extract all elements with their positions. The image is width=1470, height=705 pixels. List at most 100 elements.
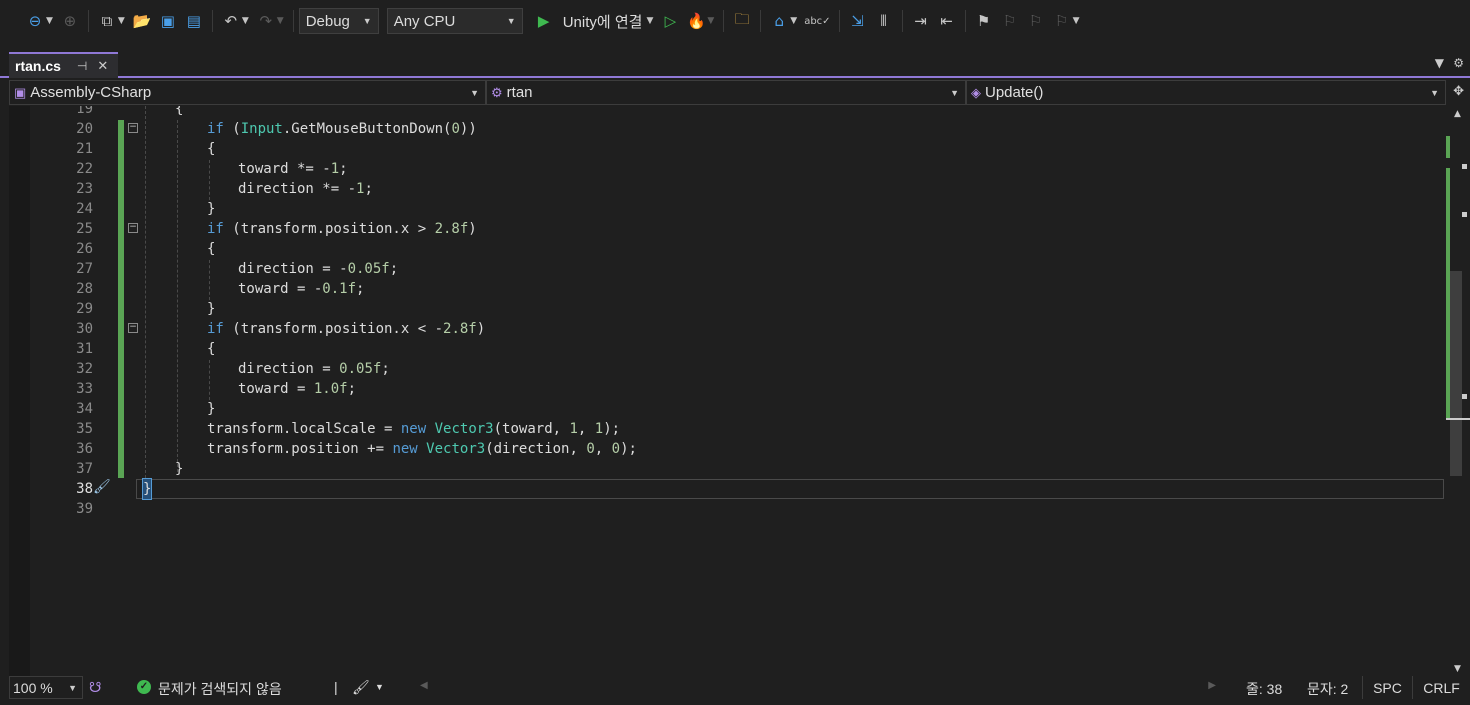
layout-icon[interactable]: ⫴ [874,9,894,33]
back-dropdown-icon[interactable]: ▼ [46,16,53,26]
code-text: transform.position += new Vector3(direct… [207,441,637,457]
scroll-marker [1462,212,1467,217]
back-icon[interactable]: ⊖ [25,9,45,33]
scroll-up-icon[interactable]: ▲ [1454,109,1461,119]
code-text: direction = -0.05f; [238,261,399,277]
line-number: 20 [76,121,93,137]
line-number: 33 [76,381,93,397]
new-project-icon[interactable]: ⧉ [97,9,117,33]
code-line: 22 toward *= -1; [9,159,1446,179]
line-indicator[interactable]: 줄: 38 [1246,679,1282,699]
issues-status[interactable]: 문제가 검색되지 않음 [158,679,282,699]
zoom-select[interactable]: 100 % ▼ [9,676,83,699]
code-line: 29 } [9,299,1446,319]
column-indicator[interactable]: 문자: 2 [1307,679,1348,699]
toolbar-separator [760,10,762,32]
outdent-icon[interactable]: ⇤ [937,9,957,33]
find-icon[interactable]: ⇲ [848,9,868,33]
code-line: 24 } [9,199,1446,219]
scroll-thumb[interactable] [1450,271,1462,476]
close-icon[interactable]: ✕ [97,59,108,74]
browse-icon[interactable]: ⌂ [769,9,789,33]
code-line: 35 transform.localScale = new Vector3(to… [9,419,1446,439]
undo-dropdown-icon[interactable]: ▼ [242,16,249,26]
tab-list-dropdown-icon[interactable]: ▼ [1435,56,1444,70]
navigation-bar: ▣ Assembly-CSharp ▼ ⚙ rtan ▼ ◈ Update() … [9,80,1470,105]
redo-dropdown-icon[interactable]: ▼ [277,16,284,26]
play-no-debug-icon[interactable]: ▷ [660,9,680,33]
method-icon: ◈ [971,84,981,100]
project-dropdown[interactable]: ▣ Assembly-CSharp ▼ [9,80,486,105]
code-line: 34 } [9,399,1446,419]
configuration-select[interactable]: Debug ▼ [298,8,379,34]
code-line: 31 { [9,339,1446,359]
code-text: } [207,301,216,317]
class-name: rtan [506,84,533,101]
bookmark-next-icon[interactable]: ⚐ [1026,9,1046,33]
code-line: 32 direction = 0.05f; [9,359,1446,379]
indent-icon[interactable]: ⇥ [911,9,931,33]
copilot-icon[interactable]: ☋ [89,679,101,696]
code-line: 19 { [9,106,1446,119]
code-text: { [207,241,216,257]
solution-explorer-icon[interactable]: 🗀 [732,9,752,33]
scroll-left-icon[interactable]: ◀ [420,680,428,691]
code-line: 38 } [9,478,1446,500]
browse-dropdown-icon[interactable]: ▼ [790,16,797,26]
toolbar-overflow-icon[interactable]: ▼ [1073,16,1080,26]
save-icon[interactable]: ▣ [158,9,178,33]
pin-icon[interactable]: ⊣ [77,59,87,73]
undo-icon[interactable]: ↶ [221,9,241,33]
check-icon: ✓ [137,680,151,694]
code-text: toward = 1.0f; [238,381,357,397]
code-line: 39 [9,499,1446,519]
code-text: transform.localScale = new Vector3(towar… [207,421,621,437]
horizontal-scrollbar[interactable]: ◀ ▶ [418,680,1218,695]
scroll-marker [1462,394,1467,399]
member-dropdown[interactable]: ◈ Update() ▼ [966,80,1446,105]
class-dropdown[interactable]: ⚙ rtan ▼ [486,80,966,105]
split-window-icon[interactable]: ✥ [1453,84,1464,99]
forward-icon[interactable]: ⊕ [60,9,80,33]
hot-reload-dropdown-icon[interactable]: ▼ [707,16,714,26]
code-text: } [175,461,184,477]
line-number: 27 [76,261,93,277]
gear-icon[interactable]: ⚙ [1453,56,1464,70]
spell-check-icon[interactable]: abc✓ [804,9,830,33]
play-icon[interactable]: ▶ [534,9,554,33]
code-editor[interactable]: − − − 🖌 19 { 20 if (Input.GetMouseButton… [9,106,1446,676]
code-line: 25 if (transform.position.x > 2.8f) [9,219,1446,239]
line-ending-indicator[interactable]: CRLF [1412,676,1470,699]
vertical-scrollbar[interactable]: ▲ ▼ [1446,106,1470,676]
bookmark-clear-icon[interactable]: ⚐ [1052,9,1072,33]
editor-status-bar: 100 % ▼ ☋ ✓ 문제가 검색되지 않음 | 🖌 ▼ ◀ ▶ 줄: 38 … [0,676,1470,699]
code-cleanup-dropdown-icon[interactable]: ▼ [375,682,384,692]
tab-rtan-cs[interactable]: rtan.cs ⊣ ✕ [9,52,118,78]
scroll-right-icon[interactable]: ▶ [1208,680,1216,691]
code-line: 30 if (transform.position.x < -2.8f) [9,319,1446,339]
scroll-down-icon[interactable]: ▼ [1454,664,1461,674]
platform-value: Any CPU [393,12,456,30]
hot-reload-icon[interactable]: 🔥 [686,9,706,33]
code-cleanup-brush-icon[interactable]: 🖌 [352,679,370,696]
whitespace-indicator[interactable]: SPC [1362,676,1412,699]
code-line: 21 { [9,139,1446,159]
open-folder-icon[interactable]: 📂 [132,9,152,33]
project-name: Assembly-CSharp [30,84,152,101]
platform-select[interactable]: Any CPU ▼ [386,8,523,34]
save-all-icon[interactable]: ▤ [184,9,204,33]
line-number: 30 [76,321,93,337]
line-ending-value: CRLF [1423,679,1460,696]
toolbar-separator [723,10,725,32]
redo-icon[interactable]: ↷ [256,9,276,33]
code-text: toward = -0.1f; [238,281,365,297]
bookmark-icon[interactable]: ⚑ [974,9,994,33]
attach-unity-button[interactable]: Unity에 연결 [563,11,643,32]
member-name: Update() [985,84,1044,101]
code-text: direction = 0.05f; [238,361,390,377]
new-project-dropdown-icon[interactable]: ▼ [118,16,125,26]
bookmark-prev-icon[interactable]: ⚐ [1000,9,1020,33]
attach-dropdown-icon[interactable]: ▼ [646,16,653,26]
code-line: 23 direction *= -1; [9,179,1446,199]
code-text: } [207,201,216,217]
